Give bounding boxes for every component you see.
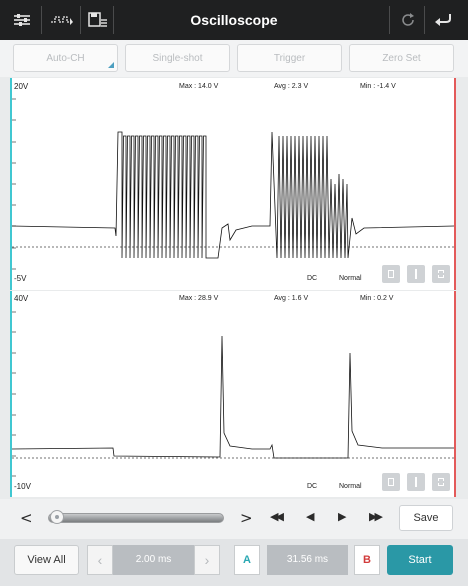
dropdown-corner-icon — [108, 62, 114, 68]
cursor-delta-display: 31.56 ms — [267, 545, 348, 575]
bottom-bar: View All ‹ 2.00 ms › A 31.56 ms B Start — [0, 539, 468, 586]
auto-ch-label: Auto-CH — [46, 53, 85, 64]
channel1-waveform — [12, 98, 454, 270]
channel1-top-scale: 20V — [14, 82, 29, 91]
time-scale-decrease-button[interactable]: ‹ — [87, 545, 113, 575]
separator — [389, 6, 390, 34]
scroll-left-button[interactable]: < — [20, 509, 33, 527]
title-bar: Oscilloscope — [0, 0, 468, 40]
channel1-min: Min : -1.4 V — [360, 83, 396, 90]
single-shot-button[interactable]: Single-shot — [125, 44, 230, 72]
step-forward-button[interactable]: ▶ — [338, 510, 346, 523]
channel1-trace — [12, 131, 454, 259]
channel2-trace — [12, 335, 454, 459]
start-button[interactable]: Start — [387, 545, 453, 575]
channel2-waveform — [12, 311, 454, 477]
fast-forward-button[interactable]: ▶▶ — [369, 510, 383, 523]
scroll-right-button[interactable]: > — [240, 509, 253, 527]
auto-ch-button[interactable]: Auto-CH — [13, 44, 118, 72]
navigation-bar: < > ◀◀ ◀ ▶ ▶▶ Save — [0, 499, 468, 539]
channel1-copy-icon[interactable] — [382, 265, 400, 283]
channel2-vertical-scale-icon[interactable] — [407, 473, 425, 491]
channel1-coupling: DC — [307, 275, 318, 282]
trigger-label: Trigger — [273, 53, 306, 64]
channel1-avg: Avg : 2.3 V — [274, 83, 309, 90]
channel2-max: Max : 28.9 V — [179, 295, 219, 302]
channel2-mode: Normal — [339, 483, 362, 490]
channel2-coupling: DC — [307, 483, 318, 490]
refresh-icon[interactable] — [396, 8, 420, 32]
channel2-plot[interactable]: 40V Max : 28.9 V Avg : 1.6 V Min : 0.2 V… — [10, 291, 456, 497]
zero-set-label: Zero Set — [382, 53, 421, 64]
channel1-vertical-scale-icon[interactable] — [407, 265, 425, 283]
channel1-expand-icon[interactable] — [432, 265, 450, 283]
time-scale-increase-button[interactable]: › — [194, 545, 220, 575]
separator — [424, 6, 425, 34]
zero-set-button[interactable]: Zero Set — [349, 44, 454, 72]
cursor-a-button[interactable]: A — [234, 545, 260, 575]
channel1-bottom-scale: -5V — [14, 274, 27, 283]
channel2-copy-icon[interactable] — [382, 473, 400, 491]
channel2-min: Min : 0.2 V — [360, 295, 394, 302]
single-shot-label: Single-shot — [152, 53, 203, 64]
save-button[interactable]: Save — [399, 505, 453, 531]
view-all-button[interactable]: View All — [14, 545, 79, 575]
position-slider-track[interactable] — [48, 513, 224, 523]
trigger-button[interactable]: Trigger — [237, 44, 342, 72]
fast-backward-button[interactable]: ◀◀ — [270, 510, 284, 523]
channel1-plot[interactable]: 20V Max : 14.0 V Avg : 2.3 V Min : -1.4 … — [10, 78, 456, 290]
step-backward-button[interactable]: ◀ — [306, 510, 314, 523]
time-scale-display: 2.00 ms — [113, 545, 194, 575]
channel1-max: Max : 14.0 V — [179, 83, 219, 90]
back-icon[interactable] — [431, 8, 455, 32]
cursor-b-button[interactable]: B — [354, 545, 380, 575]
mode-toolbar: Auto-CH Single-shot Trigger Zero Set — [0, 40, 468, 77]
channel2-bottom-scale: -10V — [14, 482, 31, 491]
position-slider-handle[interactable] — [50, 510, 64, 524]
channel1-mode: Normal — [339, 275, 362, 282]
channel2-top-scale: 40V — [14, 294, 29, 303]
channel2-avg: Avg : 1.6 V — [274, 295, 309, 302]
channel2-expand-icon[interactable] — [432, 473, 450, 491]
